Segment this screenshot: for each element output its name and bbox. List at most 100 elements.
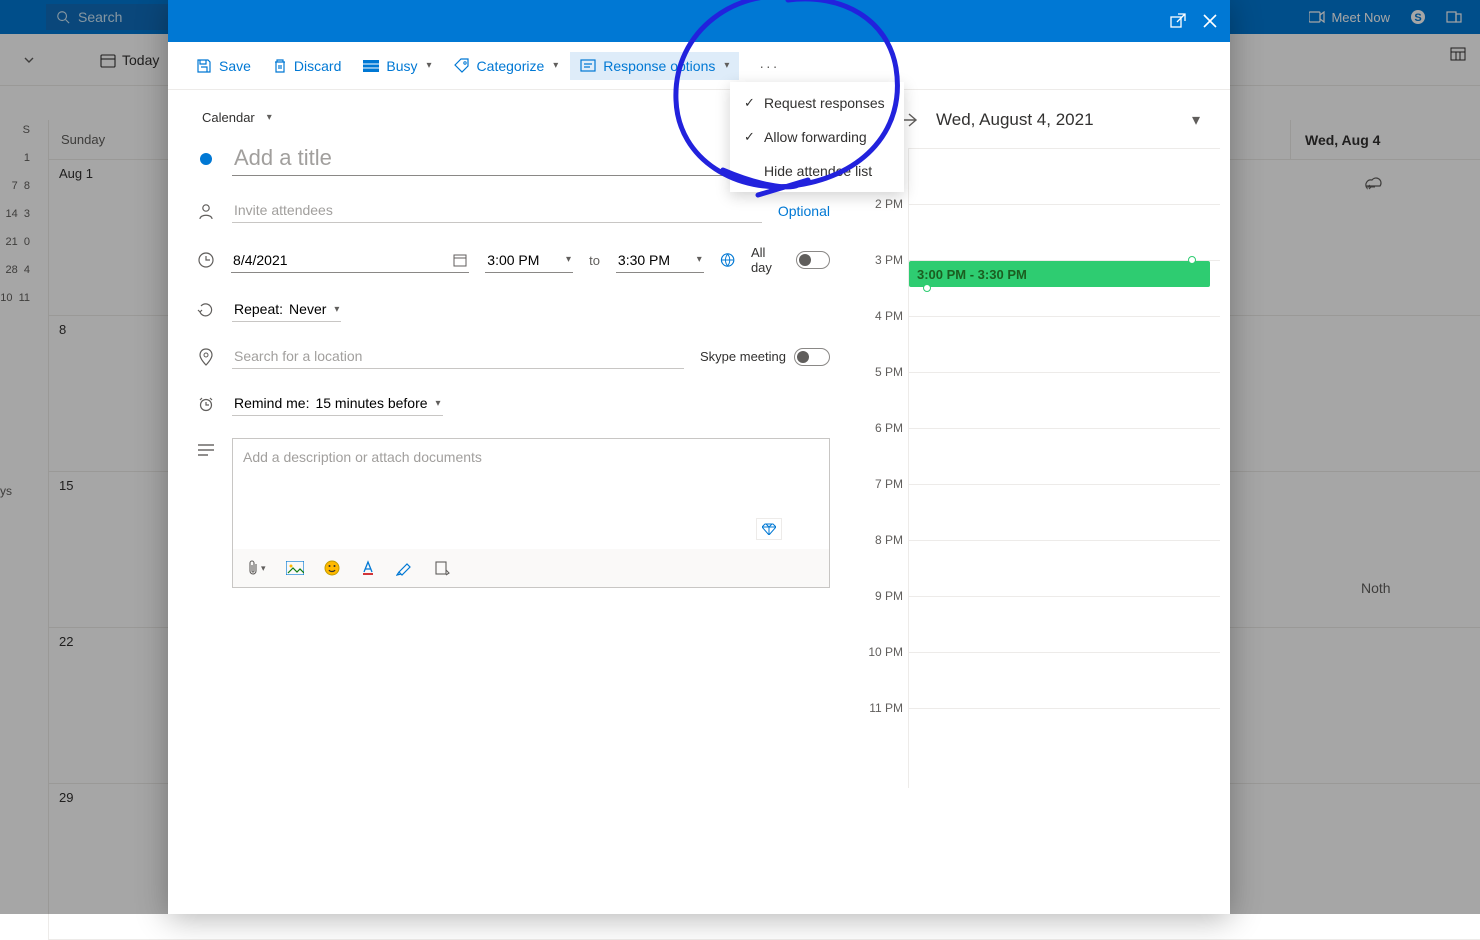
response-options-label: Response options bbox=[603, 58, 715, 74]
resize-handle-bottom[interactable] bbox=[923, 284, 931, 292]
start-time-input[interactable]: 3:00 PM ▾ bbox=[485, 248, 573, 273]
event-preview-chip[interactable]: 3:00 PM - 3:30 PM bbox=[909, 261, 1210, 287]
event-form: Calendar ▾ Optional 8/4/2021 bbox=[168, 90, 858, 914]
person-icon bbox=[197, 202, 215, 220]
all-day-toggle[interactable] bbox=[796, 251, 830, 269]
emoji-button[interactable] bbox=[324, 560, 340, 576]
chevron-down-icon: ▾ bbox=[553, 60, 558, 71]
chevron-down-icon: ▾ bbox=[427, 60, 432, 71]
hour-label: 5 PM bbox=[861, 365, 903, 379]
diamond-icon bbox=[762, 523, 776, 535]
all-day-label: All day bbox=[751, 245, 788, 275]
end-time-input[interactable]: 3:30 PM ▾ bbox=[616, 248, 704, 273]
busy-icon bbox=[363, 60, 379, 72]
day-preview-panel: Wed, August 4, 2021 ▾ 1 PM 2 PM 3 PM 3:0… bbox=[858, 90, 1230, 914]
chevron-down-icon: ▾ bbox=[697, 254, 702, 265]
timezone-icon[interactable] bbox=[720, 252, 735, 268]
check-icon: ✓ bbox=[744, 129, 764, 145]
attach-button[interactable]: ▾ bbox=[247, 560, 266, 576]
popout-icon[interactable] bbox=[1170, 13, 1186, 29]
hide-attendee-label: Hide attendee list bbox=[764, 163, 872, 179]
hour-label: 7 PM bbox=[861, 477, 903, 491]
clock-icon bbox=[197, 251, 215, 269]
reminder-value: 15 minutes before bbox=[315, 395, 427, 411]
busy-label: Busy bbox=[386, 58, 417, 74]
description-editor[interactable]: Add a description or attach documents ▾ bbox=[232, 438, 830, 588]
description-placeholder: Add a description or attach documents bbox=[233, 439, 829, 549]
insert-image-button[interactable] bbox=[286, 561, 304, 575]
skype-meeting-label: Skype meeting bbox=[700, 349, 786, 364]
modal-titlebar bbox=[168, 0, 1230, 42]
editor-toolbar: ▾ bbox=[233, 549, 829, 587]
hour-label: 11 PM bbox=[861, 701, 903, 715]
request-responses-label: Request responses bbox=[764, 95, 885, 111]
chevron-down-icon: ▾ bbox=[566, 254, 571, 265]
calendar-picker-label: Calendar bbox=[202, 110, 255, 125]
calendar-small-icon bbox=[453, 253, 467, 267]
resize-handle-top[interactable] bbox=[1188, 256, 1196, 264]
signature-button[interactable] bbox=[434, 560, 450, 576]
chevron-down-icon: ▾ bbox=[724, 60, 729, 71]
busy-dropdown[interactable]: Busy ▾ bbox=[363, 58, 431, 74]
repeat-prefix: Repeat: bbox=[234, 301, 283, 317]
description-icon bbox=[198, 444, 214, 456]
location-icon bbox=[199, 348, 213, 366]
hour-label: 6 PM bbox=[861, 421, 903, 435]
discard-button[interactable]: Discard bbox=[273, 58, 341, 74]
response-icon bbox=[580, 58, 596, 74]
paperclip-icon bbox=[247, 560, 259, 576]
color-dot-icon bbox=[200, 153, 212, 165]
trash-icon bbox=[273, 58, 287, 74]
hour-label: 4 PM bbox=[861, 309, 903, 323]
chevron-down-icon: ▾ bbox=[267, 112, 272, 123]
hide-attendee-option[interactable]: Hide attendee list bbox=[730, 154, 904, 188]
reminder-icon bbox=[197, 395, 215, 413]
skype-meeting-toggle[interactable] bbox=[794, 348, 830, 366]
allow-forwarding-option[interactable]: ✓ Allow forwarding bbox=[730, 120, 904, 154]
close-icon[interactable] bbox=[1202, 13, 1218, 29]
modal-toolbar: Save Discard Busy ▾ Categorize ▾ Respons… bbox=[168, 42, 1230, 90]
invite-attendees-input[interactable] bbox=[232, 198, 762, 223]
premium-hint-button[interactable] bbox=[756, 518, 782, 540]
repeat-value: Never bbox=[289, 301, 326, 317]
hour-label: 2 PM bbox=[861, 197, 903, 211]
hour-label: 10 PM bbox=[861, 645, 903, 659]
to-label: to bbox=[589, 253, 600, 268]
tag-icon bbox=[454, 58, 470, 74]
save-label: Save bbox=[219, 58, 251, 74]
allow-forwarding-label: Allow forwarding bbox=[764, 129, 867, 145]
discard-label: Discard bbox=[294, 58, 341, 74]
new-event-modal: Save Discard Busy ▾ Categorize ▾ Respons… bbox=[168, 0, 1230, 914]
font-color-button[interactable] bbox=[360, 560, 376, 576]
highlight-button[interactable] bbox=[396, 560, 414, 576]
chevron-down-icon: ▾ bbox=[436, 398, 441, 409]
save-icon bbox=[196, 58, 212, 74]
response-options-dropdown[interactable]: Response options ▾ bbox=[570, 52, 739, 80]
chevron-down-icon: ▾ bbox=[334, 304, 339, 315]
event-time-label: 3:00 PM - 3:30 PM bbox=[917, 267, 1027, 282]
reminder-select[interactable]: Remind me: 15 minutes before ▾ bbox=[232, 391, 443, 416]
location-input[interactable] bbox=[232, 344, 684, 369]
day-timeline[interactable]: 1 PM 2 PM 3 PM 3:00 PM - 3:30 PM 4 PM 5 … bbox=[908, 148, 1220, 788]
repeat-select[interactable]: Repeat: Never ▾ bbox=[232, 297, 341, 322]
date-value: 8/4/2021 bbox=[233, 252, 288, 268]
start-time-value: 3:00 PM bbox=[487, 252, 539, 268]
check-icon: ✓ bbox=[744, 95, 764, 111]
reminder-prefix: Remind me: bbox=[234, 395, 309, 411]
categorize-dropdown[interactable]: Categorize ▾ bbox=[454, 58, 559, 74]
request-responses-option[interactable]: ✓ Request responses bbox=[730, 86, 904, 120]
chevron-down-icon[interactable]: ▾ bbox=[1192, 110, 1200, 130]
hour-label: 8 PM bbox=[861, 533, 903, 547]
response-options-menu: ✓ Request responses ✓ Allow forwarding H… bbox=[730, 82, 904, 192]
chevron-down-icon: ▾ bbox=[261, 563, 266, 574]
date-input[interactable]: 8/4/2021 bbox=[231, 248, 469, 273]
preview-date: Wed, August 4, 2021 bbox=[936, 110, 1094, 130]
end-time-value: 3:30 PM bbox=[618, 252, 670, 268]
categorize-label: Categorize bbox=[477, 58, 545, 74]
optional-attendees-link[interactable]: Optional bbox=[778, 203, 830, 219]
save-button[interactable]: Save bbox=[196, 58, 251, 74]
repeat-icon bbox=[197, 301, 215, 319]
hour-label: 9 PM bbox=[861, 589, 903, 603]
hour-label: 3 PM bbox=[861, 253, 903, 267]
more-actions-button[interactable]: ··· bbox=[759, 58, 779, 74]
